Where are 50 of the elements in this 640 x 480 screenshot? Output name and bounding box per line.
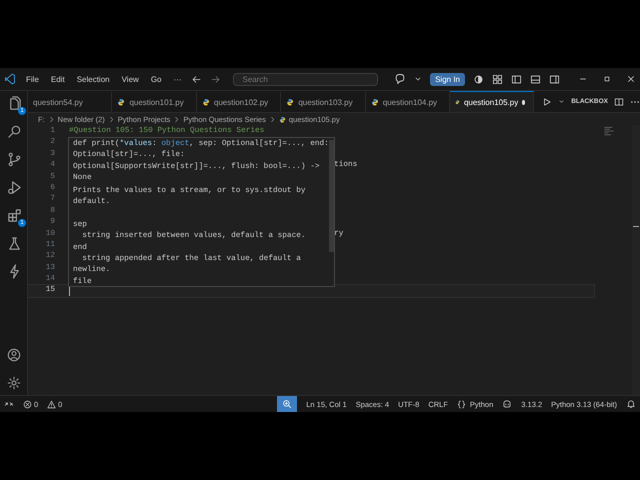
chat-icon[interactable] [394, 73, 406, 85]
account-icon[interactable] [7, 348, 21, 362]
toggle-panel-icon[interactable] [530, 74, 541, 84]
menu-item[interactable]: Selection [74, 74, 112, 84]
python-file-icon [117, 98, 126, 106]
run-icon[interactable] [542, 96, 552, 106]
settings-icon[interactable] [7, 376, 21, 390]
unsaved-dot [522, 100, 526, 104]
chevron-icon [173, 116, 180, 122]
extensions-icon[interactable] [6, 208, 22, 223]
error-icon[interactable] [23, 400, 32, 408]
menu-item[interactable]: View [120, 74, 141, 84]
chevron-icon [48, 116, 55, 122]
caret-icon[interactable] [558, 98, 566, 105]
search-icon[interactable] [6, 124, 22, 139]
python-file-icon [202, 98, 210, 106]
run-debug-icon[interactable] [6, 180, 22, 195]
python-file-icon [278, 116, 286, 122]
zoom-button[interactable] [277, 396, 298, 412]
text-cursor [69, 286, 70, 296]
editor-tab[interactable]: question105.py [450, 91, 534, 112]
menu-item[interactable]: ··· [171, 74, 184, 84]
menu-item[interactable]: Edit [48, 74, 67, 84]
split-editor-icon[interactable] [614, 96, 624, 106]
close-icon[interactable] [626, 74, 636, 84]
maximize-icon[interactable] [602, 74, 612, 84]
python-file-icon [286, 98, 294, 106]
bell-icon[interactable] [626, 399, 636, 409]
braces-icon[interactable] [456, 400, 466, 408]
sign-in-button[interactable]: Sign In [430, 72, 465, 86]
python-file-icon [455, 98, 460, 106]
menu-item[interactable]: File [24, 74, 41, 84]
source-control-icon[interactable] [6, 152, 22, 167]
chevron-icon [268, 116, 276, 122]
profile-icon[interactable] [473, 74, 484, 84]
layout-icon[interactable] [492, 74, 503, 84]
python-file-icon [370, 98, 379, 106]
toggle-secondary-sidebar-icon[interactable] [549, 74, 560, 84]
toggle-sidebar-icon[interactable] [511, 74, 522, 84]
back-arrow-icon[interactable] [191, 74, 202, 84]
warning-icon[interactable] [47, 400, 56, 408]
chevron-icon [108, 116, 115, 122]
copilot-icon[interactable] [502, 399, 512, 409]
caret-icon[interactable] [414, 75, 422, 83]
search-field[interactable]: Search [233, 72, 378, 86]
forward-arrow-icon[interactable] [210, 74, 222, 84]
menu-item[interactable]: Go [148, 74, 164, 84]
zoom-icon [282, 399, 292, 409]
app-logo-icon [4, 73, 16, 85]
flask-icon[interactable] [6, 236, 22, 251]
